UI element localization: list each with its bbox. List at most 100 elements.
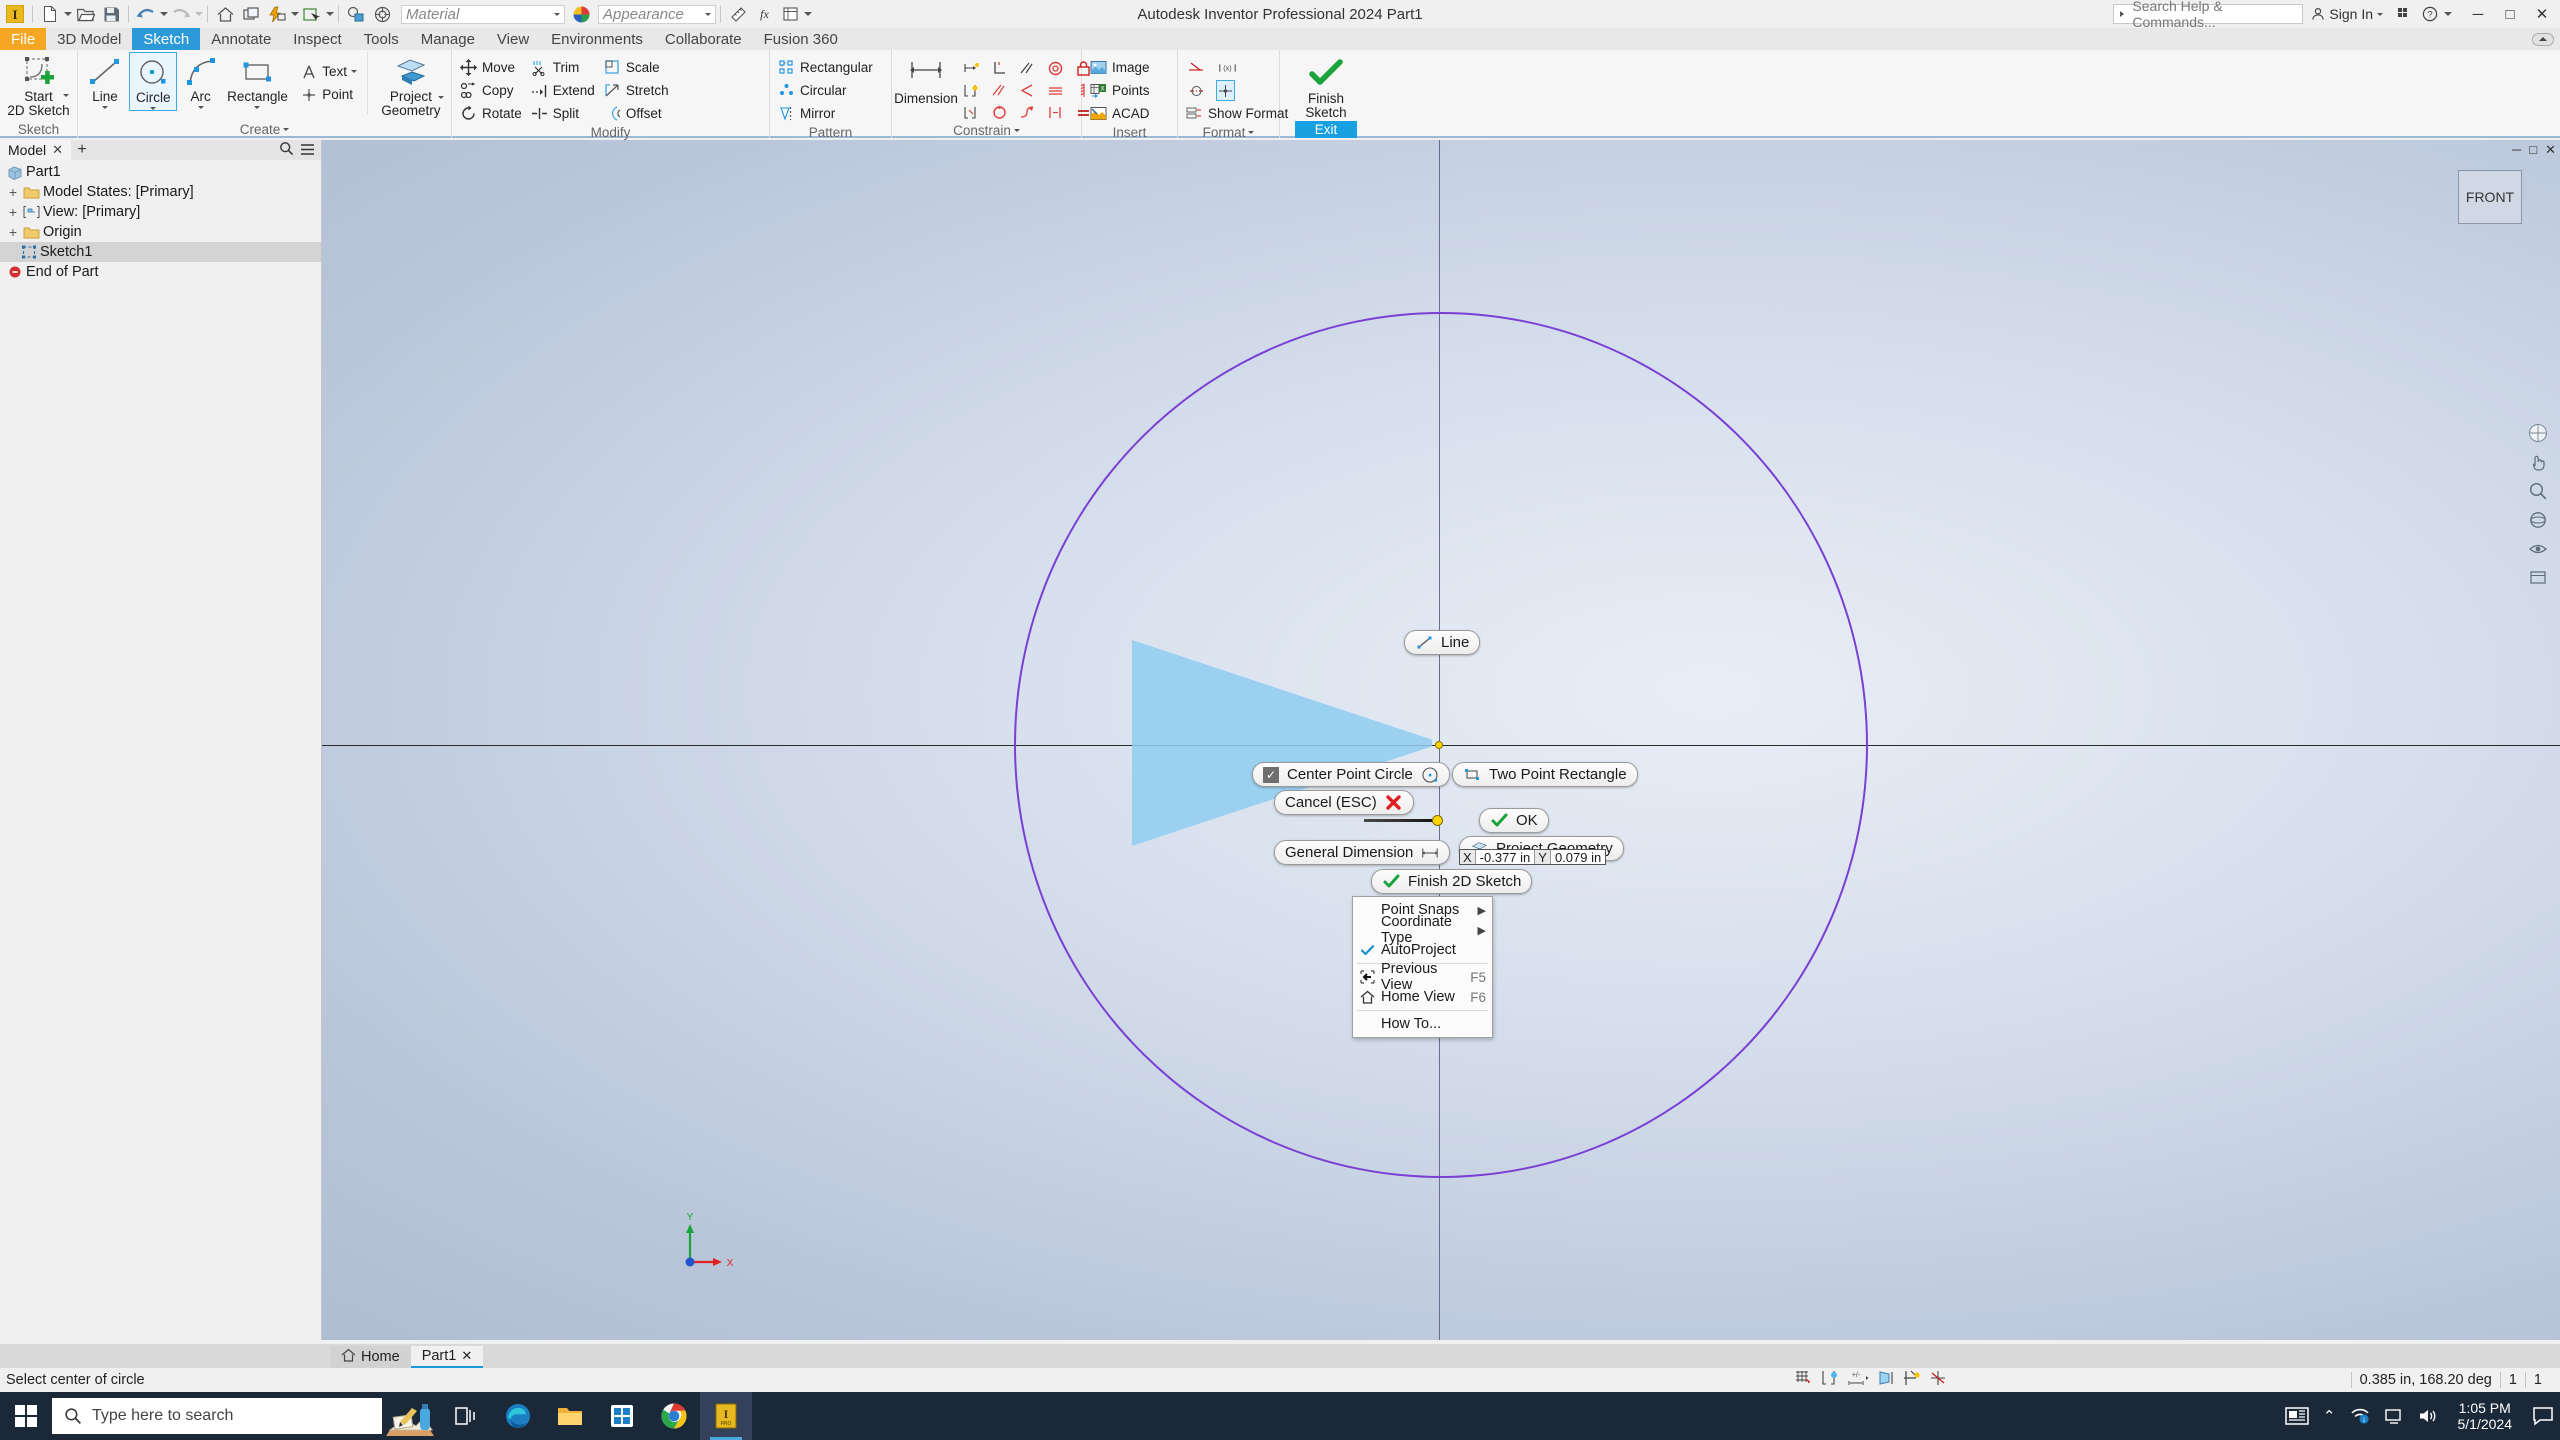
ribbon-tab-sketch[interactable]: Sketch: [132, 28, 201, 50]
coord-y-value[interactable]: 0.079 in: [1551, 850, 1605, 865]
chevron-down-icon[interactable]: [554, 12, 560, 16]
marking-menu-item-cancel[interactable]: Cancel (ESC): [1274, 790, 1414, 815]
ribbon-tab-file[interactable]: File: [0, 28, 47, 50]
display-icon[interactable]: [2384, 1407, 2404, 1425]
sign-in-button[interactable]: Sign In: [2303, 3, 2391, 25]
minimize-button[interactable]: ─: [2462, 1, 2494, 27]
context-menu-item-coordinate-type[interactable]: Coordinate Type ▶: [1353, 914, 1492, 946]
ribbon-tab-manage[interactable]: Manage: [410, 28, 486, 50]
inventor-icon[interactable]: I PRO: [700, 1392, 752, 1440]
grid-apps-icon[interactable]: [2391, 1, 2417, 27]
dim-input-icon[interactable]: +/-: [1847, 1370, 1869, 1390]
ribbon-tab-view[interactable]: View: [486, 28, 540, 50]
show-format-button[interactable]: Show Format: [1181, 102, 1292, 125]
chevron-down-icon[interactable]: [1013, 129, 1020, 132]
tree-item-sketch1[interactable]: Sketch1: [0, 242, 321, 262]
chevron-down-icon[interactable]: [2377, 12, 2383, 16]
marking-menu-item-center-point-circle[interactable]: ✓ Center Point Circle: [1252, 762, 1450, 787]
tree-item-view[interactable]: + View: [Primary]: [0, 202, 321, 222]
updates-dropdown-icon[interactable]: [291, 12, 299, 16]
copy-button[interactable]: Copy: [455, 79, 526, 102]
start-button[interactable]: [0, 1392, 52, 1440]
perpendicular-icon[interactable]: [985, 57, 1013, 79]
search-dropdown-icon[interactable]: [2120, 11, 2127, 17]
close-icon[interactable]: ✕: [52, 142, 63, 158]
arc-button[interactable]: Arc: [177, 52, 223, 109]
undo-dropdown-icon[interactable]: [160, 12, 168, 16]
chevron-down-icon[interactable]: [1248, 131, 1255, 134]
ribbon-tab-3d-model[interactable]: 3D Model: [46, 28, 132, 50]
chevron-down-icon[interactable]: [438, 96, 444, 99]
extend-button[interactable]: Extend: [526, 79, 599, 102]
chevron-down-icon[interactable]: [150, 107, 157, 110]
show-degrees-icon[interactable]: [1929, 1370, 1947, 1390]
project-geometry-button[interactable]: Project Geometry: [374, 52, 448, 118]
undo-icon[interactable]: [133, 1, 159, 27]
chevron-down-icon[interactable]: [283, 128, 290, 131]
centerline-button[interactable]: [1181, 79, 1212, 102]
slice-graphics-icon[interactable]: [1877, 1370, 1895, 1390]
sheet-icon[interactable]: [777, 1, 803, 27]
maximize-button[interactable]: □: [2494, 1, 2526, 27]
ribbon-tab-environments[interactable]: Environments: [540, 28, 654, 50]
marking-menu-item-two-point-rectangle[interactable]: Two Point Rectangle: [1452, 762, 1638, 787]
angle-icon[interactable]: [1013, 79, 1041, 101]
text-button[interactable]: Text: [295, 60, 361, 83]
search-input[interactable]: Search Help & Commands...: [2113, 0, 2304, 30]
show-constraints-icon[interactable]: [1903, 1370, 1921, 1390]
select-dropdown-icon[interactable]: [326, 12, 334, 16]
acad-button[interactable]: ACAD: [1085, 102, 1154, 125]
expander-icon[interactable]: +: [6, 224, 20, 240]
notification-icon[interactable]: [2532, 1406, 2554, 1426]
parallel-icon[interactable]: [1013, 57, 1041, 79]
add-browser-tab-button[interactable]: +: [71, 140, 93, 160]
constraint-options-icon[interactable]: [957, 101, 985, 123]
hamburger-icon[interactable]: [300, 140, 315, 161]
symmetric-icon[interactable]: [1041, 101, 1069, 123]
ribbon-collapse-button[interactable]: [2532, 32, 2554, 46]
volume-icon[interactable]: [2418, 1407, 2438, 1425]
rectangle-button[interactable]: Rectangle: [224, 52, 291, 109]
more-dropdown-icon[interactable]: [804, 12, 812, 16]
grid-snap-icon[interactable]: [1795, 1370, 1813, 1390]
finish-sketch-button[interactable]: Finish Sketch: [1290, 54, 1362, 120]
network-icon[interactable]: i: [2350, 1407, 2370, 1425]
ribbon-tab-inspect[interactable]: Inspect: [282, 28, 352, 50]
marking-menu-item-finish-2d-sketch[interactable]: Finish 2D Sketch: [1371, 869, 1533, 894]
chrome-icon[interactable]: [648, 1392, 700, 1440]
center-point-button[interactable]: [1212, 79, 1239, 102]
start-2d-sketch-button[interactable]: Start 2D Sketch: [3, 52, 74, 118]
context-menu-item-autoproject[interactable]: AutoProject: [1353, 940, 1492, 960]
constraint-infer-icon[interactable]: [1821, 1370, 1839, 1390]
horizontal-icon[interactable]: [1041, 79, 1069, 101]
open-icon[interactable]: [72, 1, 98, 27]
rectangular-pattern-button[interactable]: Rectangular: [773, 56, 877, 79]
document-tab-part1[interactable]: Part1 ✕: [410, 1346, 484, 1368]
points-button[interactable]: X Points: [1085, 79, 1154, 102]
scale-button[interactable]: Scale: [599, 56, 673, 79]
driven-dimension-button[interactable]: (x): [1212, 56, 1243, 79]
chevron-down-icon[interactable]: [350, 70, 357, 73]
task-view-icon[interactable]: [440, 1392, 492, 1440]
news-weather-icon[interactable]: [2285, 1406, 2309, 1426]
save-icon[interactable]: [98, 1, 124, 27]
edge-icon[interactable]: [492, 1392, 544, 1440]
appearance-override-icon[interactable]: [343, 1, 369, 27]
point-button[interactable]: Point: [295, 83, 361, 106]
appearance-combo[interactable]: Appearance: [598, 4, 716, 24]
graphics-window[interactable]: ─ □ ✕ FRONT Y X Line ✓ Center Point Circ…: [322, 140, 2560, 1340]
chevron-down-icon[interactable]: [197, 106, 204, 109]
marking-menu-item-line[interactable]: Line: [1404, 630, 1481, 655]
move-button[interactable]: Move: [455, 56, 526, 79]
expander-icon[interactable]: +: [6, 204, 20, 220]
material-combo[interactable]: Material: [401, 4, 565, 24]
coincident-icon[interactable]: [985, 101, 1013, 123]
offset-button[interactable]: Offset: [599, 102, 673, 125]
tree-item-model-states[interactable]: + Model States: [Primary]: [0, 182, 321, 202]
trim-button[interactable]: Trim: [526, 56, 599, 79]
close-button[interactable]: ✕: [2526, 1, 2558, 27]
help-dropdown-icon[interactable]: [2444, 12, 2452, 16]
ribbon-tab-tools[interactable]: Tools: [353, 28, 410, 50]
document-tab-home[interactable]: Home: [330, 1346, 411, 1368]
rotate-button[interactable]: Rotate: [455, 102, 526, 125]
